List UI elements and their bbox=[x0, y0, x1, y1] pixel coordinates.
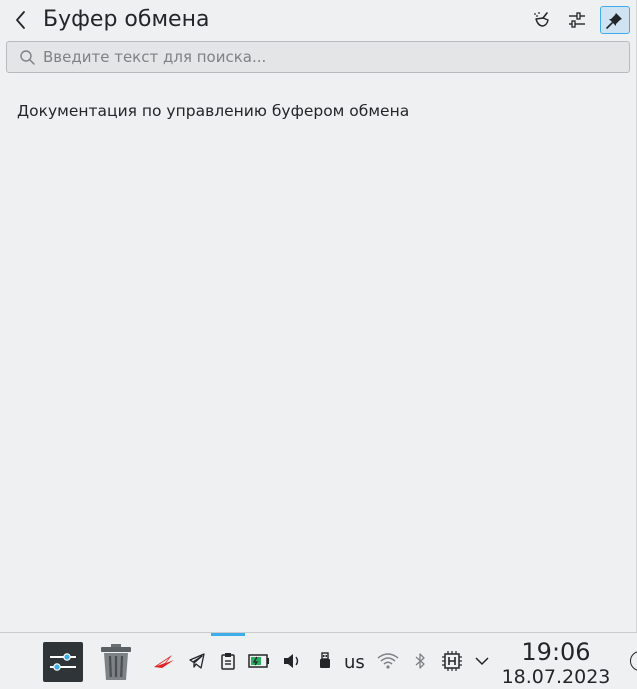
tray-rog[interactable] bbox=[152, 649, 176, 673]
expand-tray-button[interactable] bbox=[470, 649, 494, 673]
telegram-icon bbox=[189, 653, 205, 669]
show-desktop-icon[interactable] bbox=[630, 651, 637, 671]
clear-history-button[interactable] bbox=[527, 6, 557, 34]
expand-tray-icon bbox=[475, 657, 489, 666]
usb-icon bbox=[320, 652, 330, 668]
configure-icon bbox=[569, 12, 585, 28]
pin-icon bbox=[606, 13, 622, 29]
tray-telegram[interactable] bbox=[185, 649, 209, 673]
popup-title: Буфер обмена bbox=[43, 7, 210, 32]
configure-button[interactable] bbox=[562, 6, 592, 34]
clock-date[interactable]: 18.07.2023 bbox=[500, 666, 612, 688]
cpu-monitor-icon bbox=[442, 651, 462, 671]
back-button[interactable] bbox=[8, 6, 34, 34]
search-field[interactable] bbox=[6, 41, 630, 73]
clear-history-icon bbox=[534, 12, 549, 27]
documentation-link[interactable]: Документация по управлению буфером обмен… bbox=[17, 100, 409, 122]
popup-header: Буфер обмена bbox=[0, 0, 637, 40]
tray-battery[interactable] bbox=[247, 649, 271, 673]
bluetooth-icon bbox=[415, 653, 425, 669]
task-trash[interactable] bbox=[95, 641, 137, 683]
back-arrow-icon bbox=[16, 11, 25, 29]
system-settings-icon bbox=[43, 642, 83, 682]
search-icon bbox=[20, 50, 35, 65]
task-system-settings[interactable] bbox=[42, 641, 84, 683]
pin-button[interactable] bbox=[600, 6, 630, 34]
tray-bluetooth[interactable] bbox=[408, 649, 432, 673]
search-input[interactable] bbox=[43, 45, 618, 69]
tray-usb[interactable] bbox=[313, 649, 337, 673]
clipboard-popup: Буфер обмена Введите текст для поиска...… bbox=[0, 0, 637, 632]
tray-volume[interactable] bbox=[280, 649, 304, 673]
clock-time[interactable]: 19:06 bbox=[504, 638, 608, 666]
taskbar-panel: us 19:06 18.07.2023 bbox=[0, 632, 637, 689]
keyboard-layout[interactable]: us bbox=[344, 652, 365, 674]
tray-wifi[interactable] bbox=[376, 649, 400, 673]
tray-clipboard[interactable] bbox=[216, 649, 240, 673]
trash-icon bbox=[101, 644, 131, 680]
active-indicator bbox=[211, 633, 245, 636]
tray-cpu-monitor[interactable] bbox=[440, 649, 464, 673]
wifi-icon bbox=[377, 653, 399, 669]
clipboard-icon bbox=[221, 653, 235, 670]
volume-icon bbox=[284, 654, 299, 668]
battery-icon bbox=[248, 654, 269, 668]
rog-icon bbox=[154, 655, 174, 668]
